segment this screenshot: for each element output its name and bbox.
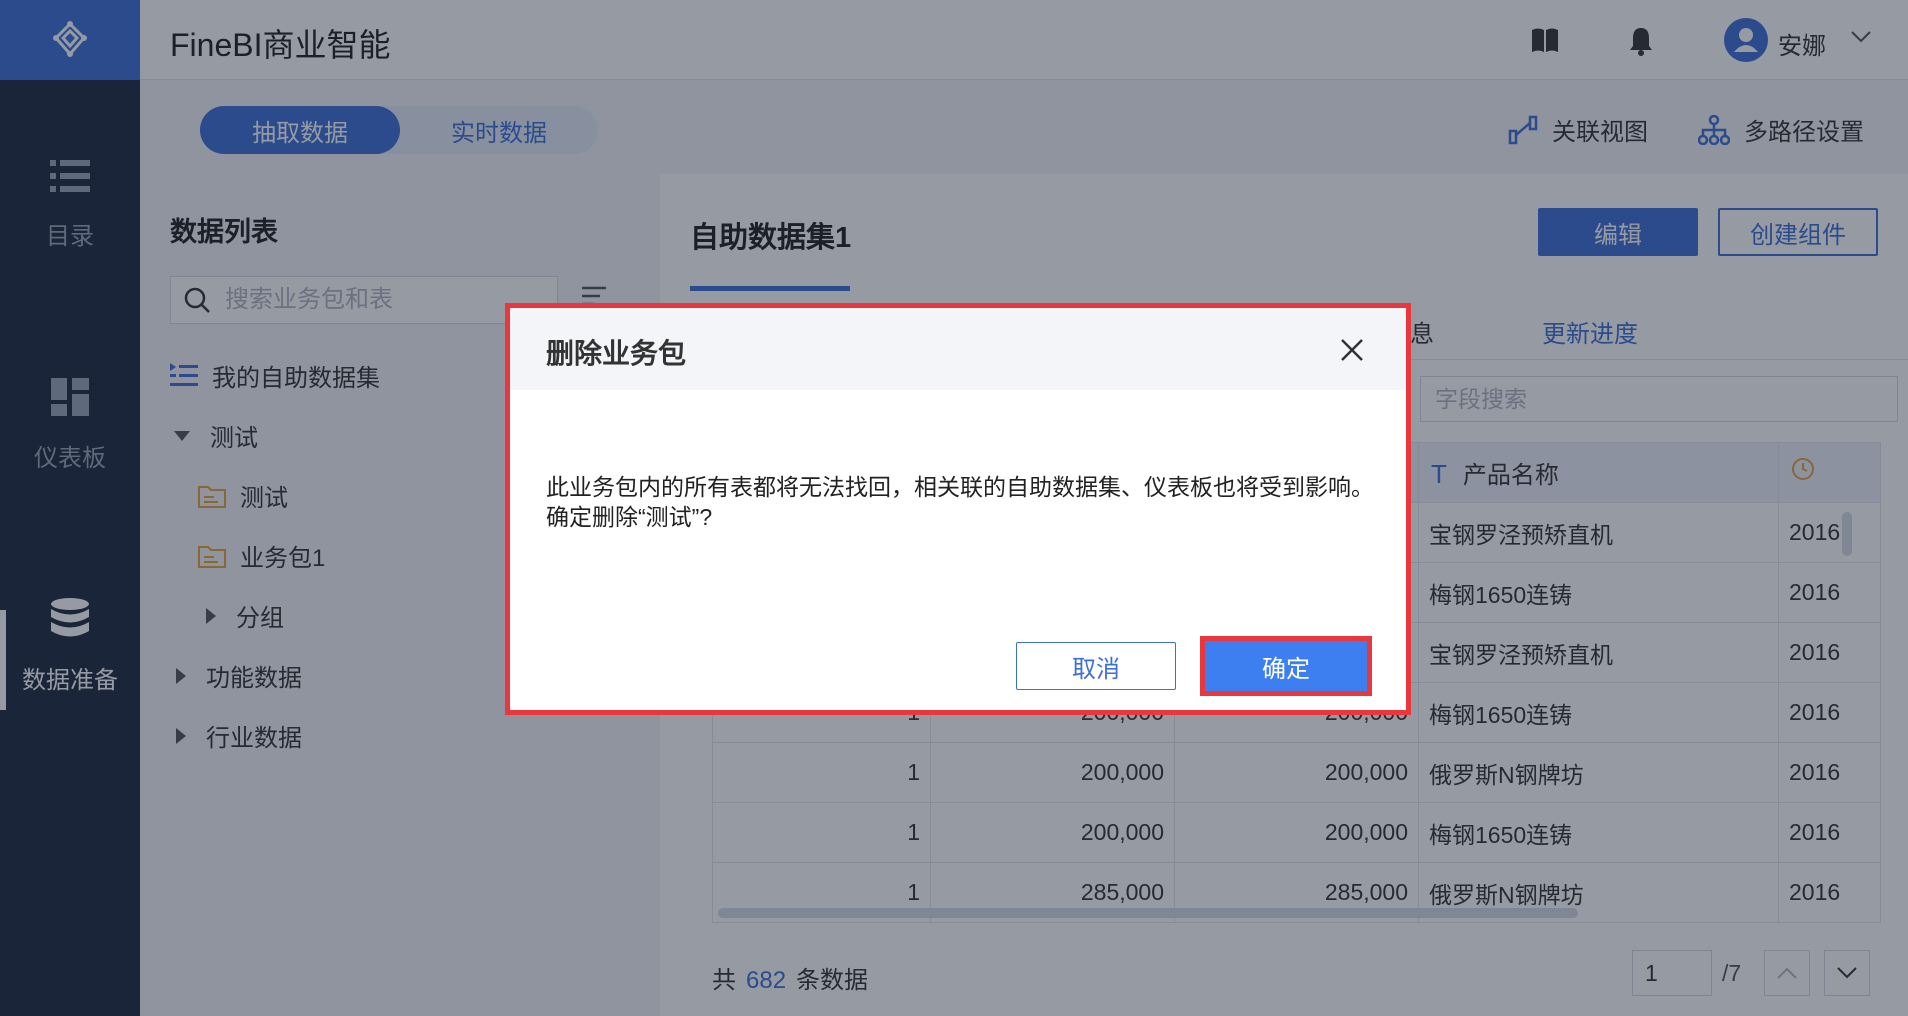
delete-package-dialog: 删除业务包 此业务包内的所有表都将无法找回，相关联的自助数据集、仪表板也将受到影… [510,308,1406,710]
dialog-message-line: 确定删除“测试”? [546,504,713,530]
dialog-message-line: 此业务包内的所有表都将无法找回，相关联的自助数据集、仪表板也将受到影响。 [546,474,1374,500]
dialog-message: 此业务包内的所有表都将无法找回，相关联的自助数据集、仪表板也将受到影响。 确定删… [546,472,1376,532]
cancel-button[interactable]: 取消 [1016,642,1176,690]
confirm-button[interactable]: 确定 [1205,641,1367,691]
dialog-title: 删除业务包 [546,338,687,369]
close-icon[interactable] [1338,336,1366,364]
